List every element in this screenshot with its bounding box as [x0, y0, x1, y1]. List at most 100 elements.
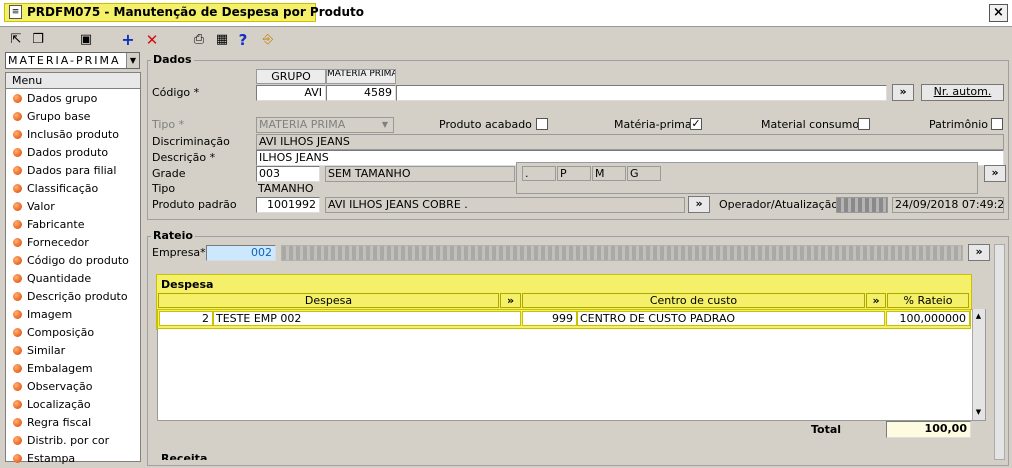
sidebar-item[interactable]: Dados para filial: [13, 162, 116, 180]
delete-icon[interactable]: ✕: [144, 31, 160, 49]
sidebar-item-label: Dados produto: [27, 146, 109, 159]
sidebar-item[interactable]: Valor: [13, 198, 55, 216]
help-icon[interactable]: ?: [236, 31, 250, 49]
sidebar-item[interactable]: Grupo base: [13, 108, 90, 126]
centro-col-header[interactable]: Centro de custo: [522, 293, 865, 308]
patrimonio-label: Patrimônio: [929, 118, 988, 131]
grade-code-field[interactable]: 003: [256, 166, 320, 182]
copy-icon[interactable]: ❐: [29, 31, 47, 49]
sidebar-item[interactable]: Regra fiscal: [13, 414, 91, 432]
despesa-scrollbar[interactable]: [972, 309, 985, 420]
sidebar-item[interactable]: Observação: [13, 378, 92, 396]
atualizacao-field: 24/09/2018 07:49:27: [892, 197, 1004, 213]
sidebar-item[interactable]: Fabricante: [13, 216, 84, 234]
empresa-lookup-button[interactable]: »: [968, 244, 990, 261]
material-consumo-checkbox[interactable]: [858, 118, 870, 130]
rateio-value-cell[interactable]: 100,000000: [886, 311, 970, 326]
grade-size-cell: G: [627, 166, 661, 181]
rateio-col-header[interactable]: % Rateio: [887, 293, 969, 308]
tipo-label: Tipo *: [152, 118, 185, 131]
sidebar-item[interactable]: Distrib. por cor: [13, 432, 109, 450]
codigo-lookup-button[interactable]: »: [892, 84, 914, 101]
materia-prima-label: Matéria-prima: [614, 118, 692, 131]
sidebar-item-label: Descrição produto: [27, 290, 128, 303]
produto-acabado-checkbox[interactable]: [536, 118, 548, 130]
despesa-code-cell[interactable]: 2: [159, 311, 213, 326]
bullet-icon: [13, 274, 22, 283]
sidebar-item[interactable]: Inclusão produto: [13, 126, 119, 144]
bullet-icon: [13, 436, 22, 445]
sidebar-item[interactable]: Similar: [13, 342, 65, 360]
codigo-extra-field[interactable]: [396, 85, 887, 101]
save-icon[interactable]: ▣: [77, 31, 95, 49]
centro-lookup-button[interactable]: »: [866, 293, 886, 308]
chevron-down-icon[interactable]: ▼: [126, 53, 139, 68]
descricao-label: Descrição *: [152, 151, 216, 164]
navigate-icon[interactable]: ⇱: [8, 31, 24, 49]
sidebar-item[interactable]: Dados produto: [13, 144, 108, 162]
chevron-down-icon[interactable]: ▼: [378, 118, 392, 132]
sidebar-item[interactable]: Código do produto: [13, 252, 129, 270]
scroll-down-icon[interactable]: ▼: [972, 406, 985, 418]
sidebar-item[interactable]: Dados grupo: [13, 90, 97, 108]
total-label: Total: [811, 423, 842, 436]
print-icon[interactable]: ⎙: [190, 31, 208, 49]
materia-prima-checkbox[interactable]: ✓: [690, 118, 702, 130]
bullet-icon: [13, 382, 22, 391]
operador-field: [836, 197, 888, 213]
sidebar-item[interactable]: Imagem: [13, 306, 72, 324]
empresa-code-field[interactable]: 002: [206, 245, 276, 261]
codigo-materia-field[interactable]: 4589: [326, 85, 396, 101]
sidebar-item[interactable]: Fornecedor: [13, 234, 89, 252]
sidebar-item[interactable]: Composição: [13, 324, 94, 342]
col-materia-header: MATERIA PRIMA: [326, 69, 396, 84]
bullet-icon: [13, 454, 22, 463]
close-button[interactable]: ×: [989, 4, 1008, 22]
grade-lookup-button[interactable]: »: [984, 165, 1006, 182]
sidebar-item[interactable]: Localização: [13, 396, 91, 414]
sidebar-item-label: Inclusão produto: [27, 128, 119, 141]
sidebar-item-label: Fabricante: [27, 218, 85, 231]
total-field: 100,00: [886, 421, 971, 438]
bullet-icon: [13, 310, 22, 319]
rateio-scrollbar[interactable]: [994, 244, 1005, 460]
calculator-icon[interactable]: ▦: [213, 31, 231, 49]
tipo2-label: Tipo: [152, 182, 176, 195]
scroll-up-icon[interactable]: ▲: [972, 310, 985, 322]
sidebar-item-label: Classificação: [27, 182, 99, 195]
codigo-grupo-field[interactable]: AVI: [256, 85, 326, 101]
despesa-name-cell[interactable]: TESTE EMP 002: [213, 311, 521, 326]
bullet-icon: [13, 220, 22, 229]
produto-padrao-code[interactable]: 1001992: [256, 197, 320, 213]
sidebar-item[interactable]: Estampa: [13, 450, 75, 468]
produto-acabado-label: Produto acabado: [439, 118, 532, 131]
nr-autom-button[interactable]: Nr. autom.: [921, 84, 1004, 101]
sidebar-item[interactable]: Embalagem: [13, 360, 93, 378]
menu-scrollbar[interactable]: [141, 72, 146, 462]
category-combo[interactable]: MATERIA-PRIMA: [5, 52, 140, 69]
sidebar-item-label: Estampa: [27, 452, 76, 465]
empresa-label: Empresa*: [152, 246, 206, 259]
centro-name-cell[interactable]: CENTRO DE CUSTO PADRAO: [577, 311, 885, 326]
sidebar-item[interactable]: Classificação: [13, 180, 98, 198]
add-icon[interactable]: +: [120, 31, 136, 49]
exit-icon[interactable]: ⎆: [260, 31, 276, 49]
produto-padrao-label: Produto padrão: [152, 198, 237, 211]
sidebar-item-label: Observação: [27, 380, 93, 393]
sidebar-item[interactable]: Descrição produto: [13, 288, 128, 306]
grade-name-field: SEM TAMANHO: [325, 166, 515, 182]
sidebar-item-label: Similar: [27, 344, 66, 357]
sidebar-item[interactable]: Quantidade: [13, 270, 91, 288]
receita-title: Receita: [161, 452, 208, 460]
tipo-select[interactable]: MATERIA PRIMA: [256, 117, 394, 133]
despesa-col-header[interactable]: Despesa: [158, 293, 499, 308]
sidebar-item-label: Valor: [27, 200, 55, 213]
centro-code-cell[interactable]: 999: [522, 311, 577, 326]
padrao-lookup-button[interactable]: »: [688, 196, 710, 213]
patrimonio-checkbox[interactable]: [991, 118, 1003, 130]
sidebar-item-label: Dados para filial: [27, 164, 117, 177]
bullet-icon: [13, 238, 22, 247]
sidebar-item-label: Distrib. por cor: [27, 434, 110, 447]
despesa-lookup-button[interactable]: »: [500, 293, 521, 308]
bullet-icon: [13, 256, 22, 265]
